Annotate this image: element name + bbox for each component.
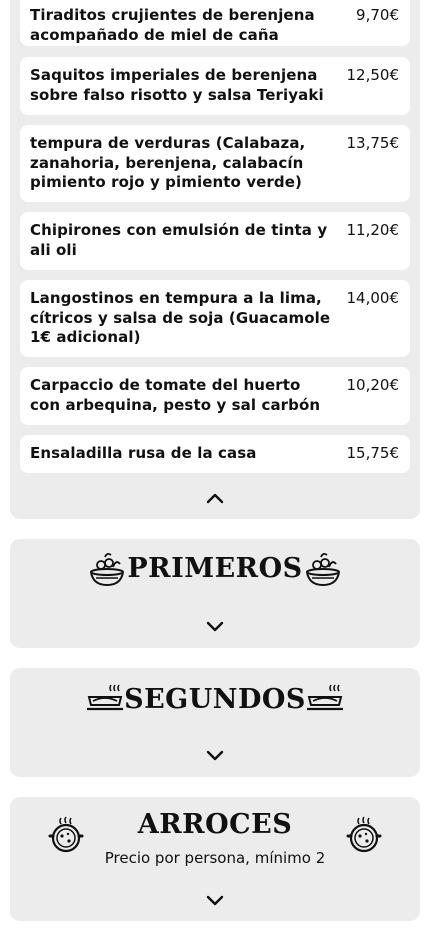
dish-price: 14,00€: [346, 289, 400, 307]
hot-plate-icon: [305, 681, 345, 721]
dish-name: Ensaladilla rusa de la casa: [30, 444, 257, 462]
section-title: SEGUNDOS: [124, 684, 306, 715]
dish-card: tempura de verduras (Calabaza, zanahoria…: [20, 125, 410, 202]
dish-price: 15,75€: [346, 444, 400, 462]
dish-name: tempura de verduras (Calabaza, zanahoria…: [30, 134, 306, 191]
section-primeros[interactable]: PRIMEROS: [10, 539, 420, 648]
paella-pan-icon: [344, 814, 384, 854]
chevron-down-icon[interactable]: [204, 618, 226, 632]
dish-price: 12,50€: [346, 66, 400, 84]
salad-bowl-icon: [303, 548, 343, 588]
entrantes-panel: Tiraditos crujientes de berenjena acompa…: [10, 0, 420, 519]
chevron-down-icon[interactable]: [204, 747, 226, 761]
dish-name: Langostinos en tempura a la lima, cítric…: [30, 289, 331, 346]
section-arroces[interactable]: ARROCES Precio por persona, mínimo 2: [10, 797, 420, 921]
dish-card: Carpaccio de tomate del huerto con arbeq…: [20, 367, 410, 425]
dish-card: Saquitos imperiales de berenjena sobre f…: [20, 57, 410, 115]
dish-card: Chipirones con emulsión de tinta y ali o…: [20, 212, 410, 270]
dish-name: Tiraditos crujientes de berenjena acompa…: [30, 6, 315, 44]
dish-price: 10,20€: [346, 376, 400, 394]
chevron-down-icon[interactable]: [204, 892, 226, 906]
section-segundos[interactable]: SEGUNDOS: [10, 668, 420, 777]
section-title: PRIMEROS: [127, 553, 303, 584]
dish-price: 9,70€: [356, 6, 399, 24]
dish-card: Ensaladilla rusa de la casa 15,75€: [20, 435, 410, 473]
chevron-up-icon[interactable]: [204, 490, 226, 504]
dish-price: 11,20€: [346, 221, 400, 239]
dish-name: Chipirones con emulsión de tinta y ali o…: [30, 221, 328, 259]
dish-card: Langostinos en tempura a la lima, cítric…: [20, 280, 410, 357]
dish-card: Tiraditos crujientes de berenjena acompa…: [20, 0, 410, 46]
dish-price: 13,75€: [346, 134, 400, 152]
dish-name: Saquitos imperiales de berenjena sobre f…: [30, 66, 324, 104]
dish-name: Carpaccio de tomate del huerto con arbeq…: [30, 376, 321, 414]
